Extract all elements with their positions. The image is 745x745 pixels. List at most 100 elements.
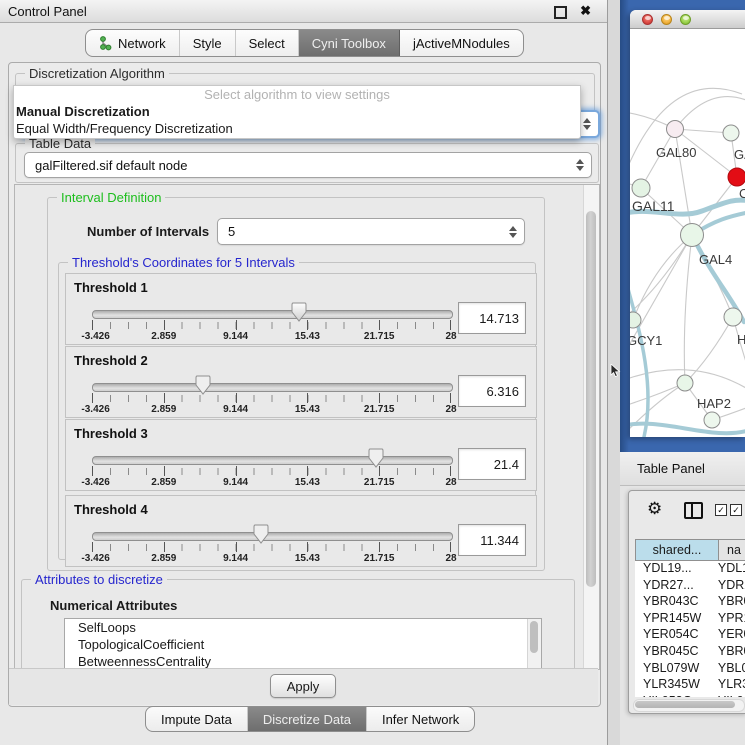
node-gal80[interactable] <box>667 121 684 138</box>
table-row[interactable]: YDR27...YDR2 <box>635 578 745 595</box>
cell[interactable]: YER054C <box>635 627 710 644</box>
close-traffic-light[interactable] <box>642 14 653 25</box>
slider-ticks <box>92 468 451 475</box>
list-item[interactable]: TopologicalCoefficient <box>65 636 541 653</box>
tab-network[interactable]: Network <box>86 30 180 56</box>
cell[interactable]: YDR2 <box>710 578 745 595</box>
table-row[interactable]: YER054CYER0 <box>635 627 745 644</box>
table-data-combobox[interactable]: galFiltered.sif default node <box>24 152 592 178</box>
select-all-checkbox-icon[interactable]: ✓ <box>715 504 727 516</box>
table-row[interactable]: YBL079WYBL0 <box>635 661 745 678</box>
top-tabbar: Network Style Select Cyni Toolbox jActiv… <box>85 29 524 57</box>
threshold-label: Threshold 4 <box>74 502 148 517</box>
slider-thumb[interactable] <box>368 448 384 468</box>
cell[interactable]: YBL079W <box>635 661 710 678</box>
tab-infer-network[interactable]: Infer Network <box>367 707 474 731</box>
cell[interactable]: YBL0 <box>710 661 745 678</box>
tab-impute-data[interactable]: Impute Data <box>146 707 248 731</box>
dropdown-option-manual[interactable]: Manual Discretization <box>14 103 580 120</box>
table-horizontal-scrollbar[interactable] <box>633 699 745 712</box>
threshold-2-slider[interactable]: -3.426 2.859 9.144 15.43 21.715 28 <box>92 373 451 413</box>
combo-spinner-icon <box>575 159 584 171</box>
tab-cyni-toolbox[interactable]: Cyni Toolbox <box>299 30 400 56</box>
cell[interactable]: YPR145W <box>635 611 710 628</box>
minimize-traffic-light[interactable] <box>661 14 672 25</box>
tab-jactivemnodules[interactable]: jActiveMNodules <box>400 30 523 56</box>
cell[interactable]: YER0 <box>710 627 745 644</box>
list-scrollbar-thumb[interactable] <box>530 621 538 653</box>
control-panel-titlebar: Control Panel ✖ <box>0 0 607 23</box>
panel-title: Control Panel <box>8 4 87 19</box>
node-gal11[interactable] <box>632 179 650 197</box>
network-icon <box>99 36 112 51</box>
node-his[interactable] <box>724 308 742 326</box>
zoom-traffic-light[interactable] <box>680 14 691 25</box>
table-row[interactable]: YLR345WYLR3 <box>635 677 745 694</box>
column-header-name[interactable]: na <box>719 539 745 561</box>
settings-scrollbar-thumb[interactable] <box>586 211 596 587</box>
network-canvas[interactable]: GAL80 GA C GAL11 GAL4 GCY1 H HAP2 <box>630 28 745 437</box>
list-scrollbar[interactable] <box>527 619 541 670</box>
cell[interactable]: YBR0 <box>710 644 745 661</box>
slider-track[interactable] <box>92 310 453 319</box>
select-checkbox-icon[interactable]: ✓ <box>730 504 742 516</box>
node-selected-red[interactable] <box>728 168 745 186</box>
node-top-right[interactable] <box>723 125 739 141</box>
table-row[interactable]: YIL052CYIL0 <box>635 694 745 697</box>
control-panel: Control Panel ✖ Network Style Select Cyn… <box>0 0 608 745</box>
table-header-row: shared... na <box>635 539 745 561</box>
settings-scrollbar[interactable] <box>583 185 599 669</box>
cell[interactable]: YDL1 <box>710 561 745 578</box>
slider-track[interactable] <box>92 383 453 392</box>
node-label-gal4: GAL4 <box>699 252 732 267</box>
slider-thumb[interactable] <box>253 524 269 544</box>
table-horizontal-scrollbar-thumb[interactable] <box>635 701 735 708</box>
threshold-3-value-field[interactable]: 21.4 <box>458 448 526 480</box>
dropdown-option-equal-width[interactable]: Equal Width/Frequency Discretization <box>14 120 580 137</box>
threshold-4-value-field[interactable]: 11.344 <box>458 524 526 556</box>
float-window-icon[interactable] <box>554 6 567 19</box>
threshold-2-value-field[interactable]: 6.316 <box>458 375 526 407</box>
cell[interactable]: YBR045C <box>635 644 710 661</box>
tab-select[interactable]: Select <box>236 30 299 56</box>
cell[interactable]: YPR1 <box>710 611 745 628</box>
node-label-gal80: GAL80 <box>656 145 696 160</box>
gear-icon[interactable]: ⚙ <box>647 499 662 519</box>
cell[interactable]: YLR3 <box>710 677 745 694</box>
node-gcy1[interactable] <box>630 312 641 328</box>
slider-thumb[interactable] <box>195 375 211 395</box>
slider-track[interactable] <box>92 532 453 541</box>
number-of-intervals-combobox[interactable]: 5 <box>217 218 525 245</box>
tab-label: Discretize Data <box>263 712 351 727</box>
column-visibility-icon[interactable] <box>684 502 703 519</box>
node-hap2[interactable] <box>677 375 693 391</box>
cell[interactable]: YBR043C <box>635 594 710 611</box>
attributes-list[interactable]: SelfLoops TopologicalCoefficient Between… <box>64 618 542 670</box>
table-row[interactable]: YBR043CYBR0 <box>635 594 745 611</box>
slider-track[interactable] <box>92 456 453 465</box>
slider-thumb[interactable] <box>291 302 307 322</box>
threshold-3-slider[interactable]: -3.426 2.859 9.144 15.43 21.715 28 <box>92 446 451 486</box>
close-icon[interactable]: ✖ <box>580 3 591 19</box>
column-header-shared[interactable]: shared... <box>635 539 719 561</box>
threshold-4-slider[interactable]: -3.426 2.859 9.144 15.43 21.715 28 <box>92 522 451 562</box>
cell[interactable]: YIL0 <box>710 694 745 697</box>
cell[interactable]: YIL052C <box>635 694 710 697</box>
node-bottom-partial[interactable] <box>704 412 720 428</box>
threshold-1-value-field[interactable]: 14.713 <box>458 302 526 334</box>
table-row[interactable]: YPR145WYPR1 <box>635 611 745 628</box>
threshold-1-slider[interactable]: -3.426 2.859 9.144 15.43 21.715 28 <box>92 300 451 340</box>
table-row[interactable]: YDL19...YDL1 <box>635 561 745 578</box>
tab-label: Network <box>118 36 166 51</box>
list-item[interactable]: SelfLoops <box>65 619 541 636</box>
table-row[interactable]: YBR045CYBR0 <box>635 644 745 661</box>
tick-label: 9.144 <box>223 477 248 488</box>
cell[interactable]: YDR27... <box>635 578 710 595</box>
cell[interactable]: YDL19... <box>635 561 710 578</box>
cell[interactable]: YLR345W <box>635 677 710 694</box>
tab-style[interactable]: Style <box>180 30 236 56</box>
cell[interactable]: YBR0 <box>710 594 745 611</box>
node-gal4[interactable] <box>681 224 704 247</box>
tab-discretize-data[interactable]: Discretize Data <box>248 707 367 731</box>
apply-button[interactable]: Apply <box>270 674 336 698</box>
